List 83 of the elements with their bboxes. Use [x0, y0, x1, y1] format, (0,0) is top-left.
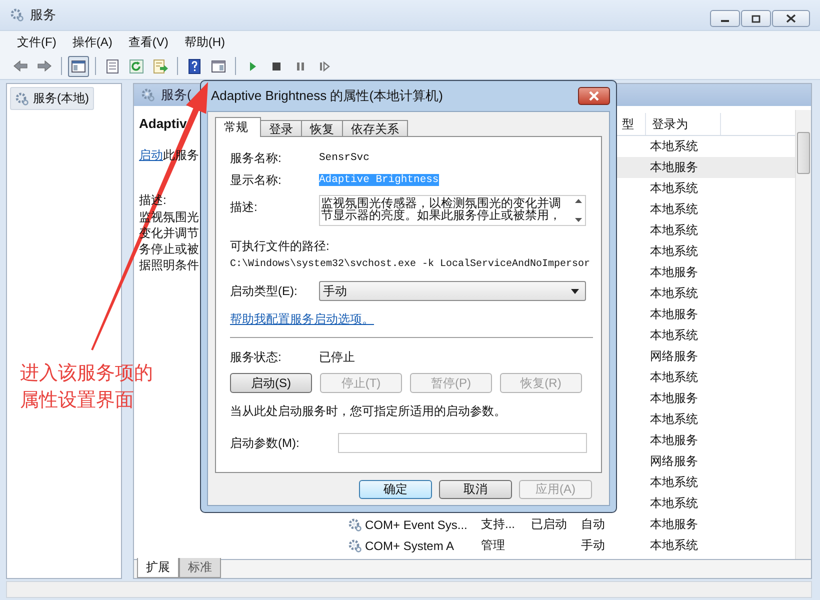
close-button[interactable]	[772, 10, 810, 27]
close-icon	[786, 14, 796, 23]
gear-icon	[348, 518, 362, 532]
maximize-button[interactable]	[741, 10, 771, 27]
description-cell: 支持...	[481, 516, 516, 533]
log-on-as-cell: 本地服务	[650, 390, 698, 407]
view-tab[interactable]: 标准	[179, 558, 221, 578]
field-label: 启动类型(E):	[230, 282, 298, 300]
menu-item[interactable]: 操作(A)	[72, 34, 112, 50]
close-button[interactable]	[578, 87, 610, 105]
start-link[interactable]: 启动	[139, 148, 163, 162]
log-on-as-cell: 本地系统	[650, 285, 698, 302]
menu-item[interactable]: 查看(V)	[128, 34, 168, 50]
menu-item[interactable]: 帮助(H)	[184, 34, 225, 50]
field-label: 启动参数(M):	[230, 434, 300, 452]
description-box[interactable]: 监视氛围光传感器，以检测氛围光的变化并调节显示器的亮度。如果此服务停止或被禁用，	[319, 195, 586, 226]
service-status: 已停止	[319, 348, 355, 366]
help-link[interactable]: 帮助我配置服务启动选项。	[230, 311, 374, 328]
log-on-as-cell: 网络服务	[650, 453, 698, 470]
dropdown-arrow-icon	[571, 288, 579, 294]
service-name: Adaptiv	[139, 116, 187, 131]
gear-icon	[348, 538, 362, 552]
log-on-as-cell: 本地服务	[650, 516, 698, 533]
menu-item[interactable]: 文件(F)	[17, 34, 56, 50]
toolbar-button[interactable]	[68, 56, 89, 76]
startup-type-cell: 手动	[581, 537, 605, 554]
log-on-as-cell: 本地服务	[650, 159, 698, 176]
dialog-button[interactable]: 取消	[439, 480, 512, 499]
scroll-up-icon[interactable]	[574, 199, 582, 203]
service-name-cell: COM+ Event Sys...	[365, 518, 468, 532]
back-arrow-icon	[12, 58, 29, 74]
field-label: 服务名称:	[230, 150, 282, 166]
log-on-as-cell: 本地系统	[650, 537, 698, 554]
annotation-text: 进入该服务项的属性设置界面	[20, 362, 153, 413]
dialog-tab[interactable]: 常规	[215, 117, 261, 137]
close-icon	[588, 91, 600, 101]
description-cell: 管理	[481, 537, 505, 554]
description-line: 务停止或被	[139, 241, 199, 257]
scroll-down-icon[interactable]	[574, 218, 582, 222]
scrollbar[interactable]	[795, 110, 811, 559]
hint-text: 当从此处启动服务时，您可指定所适用的启动参数。	[230, 403, 507, 420]
dialog-tab[interactable]: 依存关系	[342, 120, 408, 137]
status-cell: 已启动	[531, 516, 567, 533]
executable-path: C:\Windows\system32\svchost.exe -k LocalServiceAndNoImpersor	[230, 258, 590, 272]
startup-type-dropdown[interactable]: 手动	[319, 281, 586, 301]
service-control-button[interactable]: 启动(S)	[230, 373, 312, 393]
service-row[interactable]: COM+ System A 管理 手动 本地系统	[344, 535, 795, 556]
service-name-cell: COM+ System A	[365, 538, 454, 552]
startup-type-cell: 自动	[581, 516, 605, 533]
gear-icon	[15, 92, 29, 106]
forward-arrow-icon	[36, 58, 53, 74]
column-header[interactable]: 登录为	[646, 113, 721, 135]
dialog-tab[interactable]: 恢复	[301, 120, 343, 137]
minimize-button[interactable]	[710, 10, 740, 27]
log-on-as-cell: 本地系统	[650, 243, 698, 260]
properties-icon	[104, 58, 121, 74]
log-on-as-cell: 本地系统	[650, 327, 698, 344]
log-on-as-cell: 本地系统	[650, 495, 698, 512]
dialog-button[interactable]: 确定	[359, 480, 432, 499]
log-on-as-cell: 本地服务	[650, 432, 698, 449]
scrollbar-thumb[interactable]	[797, 132, 810, 174]
maximize-icon	[751, 14, 761, 22]
console-tree-icon	[70, 58, 87, 74]
field-label: 服务状态:	[230, 348, 282, 366]
path-label: 可执行文件的路径:	[230, 238, 330, 255]
window-title: 服务	[30, 6, 56, 24]
start-parameters-field[interactable]	[338, 433, 587, 453]
tree-item[interactable]: 服务(本地)	[10, 87, 94, 110]
export-list-icon	[152, 58, 169, 74]
refresh-icon	[128, 58, 145, 74]
field-label: 描述:	[230, 199, 258, 216]
dialog-tab[interactable]: 登录	[260, 120, 302, 137]
field-label: 显示名称:	[230, 172, 282, 188]
log-on-as-cell: 本地系统	[650, 222, 698, 239]
pane-title: 服务(	[161, 86, 192, 104]
dialog-title: Adaptive Brightness 的属性(本地计算机)	[210, 87, 443, 105]
view-tab[interactable]: 扩展	[137, 558, 179, 578]
description-line: 据照明条件	[139, 257, 199, 273]
action-pane-icon	[210, 58, 227, 74]
service-name-value: SensrSvc	[319, 152, 370, 164]
help-icon	[186, 58, 203, 74]
services-gear-icon	[10, 8, 24, 22]
service-row[interactable]: COM+ Event Sys... 支持... 已启动 自动 本地服务	[344, 514, 795, 535]
